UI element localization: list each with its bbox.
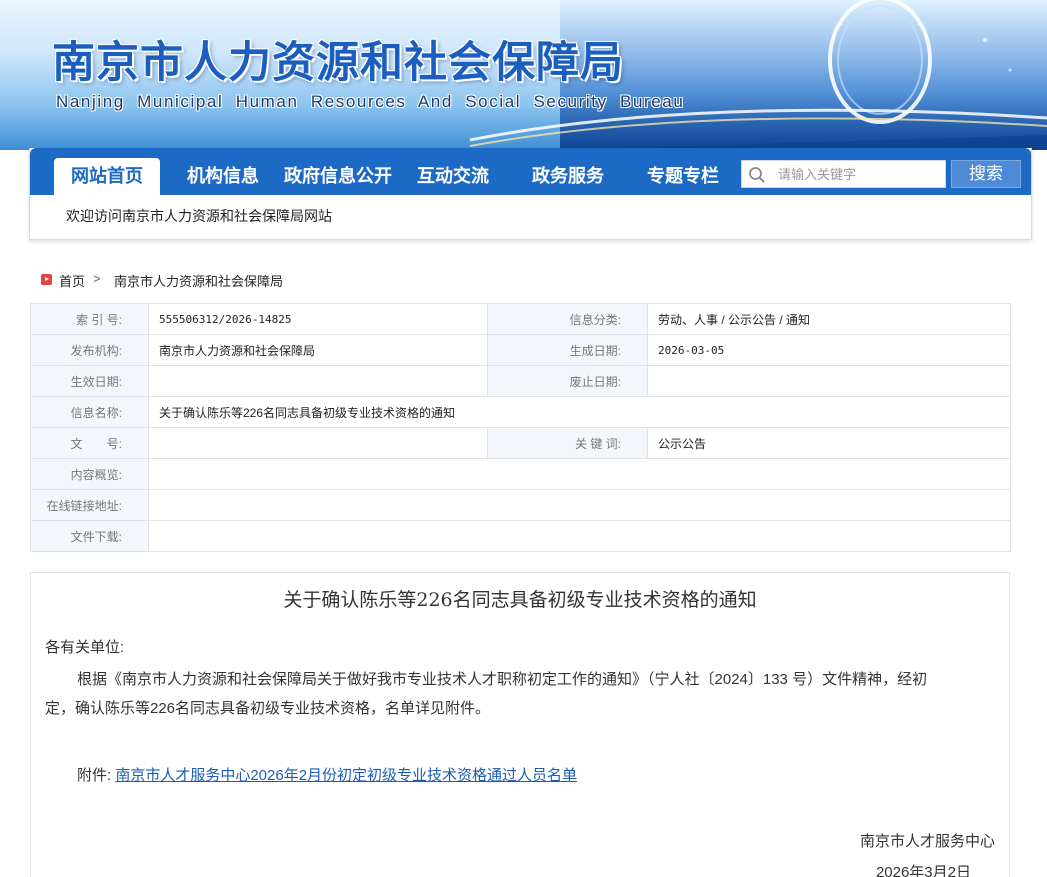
created-date-value: 2026-03-05 — [647, 334, 1011, 366]
nav-item-services[interactable]: 政务服务 — [518, 158, 618, 195]
article-signature-date: 2026年3月2日 — [875, 864, 971, 877]
table-row: 发布机构: 南京市人力资源和社会保障局 生成日期: 2026-03-05 — [30, 334, 1011, 366]
search-button[interactable]: 搜索 — [951, 160, 1021, 188]
file-download-label: 文件下载: — [30, 520, 149, 552]
search-box — [741, 160, 946, 188]
main-nav: 网站首页 机构信息 政府信息公开 互动交流 政务服务 专题专栏 搜索 — [30, 148, 1031, 195]
keywords-value: 公示公告 — [647, 427, 1011, 459]
keywords-label: 关 键 词: — [487, 427, 648, 459]
breadcrumb-current[interactable]: 南京市人力资源和社会保障局 — [114, 271, 283, 290]
table-row: 内容概览: — [30, 458, 1011, 490]
info-name-label: 信息名称: — [30, 396, 149, 428]
table-row: 在线链接地址: — [30, 489, 1011, 521]
welcome-text: 欢迎访问南京市人力资源和社会保障局网站 — [66, 208, 332, 224]
doc-number-value — [148, 427, 488, 459]
doc-number-label: 文 号: — [30, 427, 149, 459]
breadcrumb-home[interactable]: 首页 — [59, 271, 85, 290]
nav-item-organization[interactable]: 机构信息 — [173, 158, 273, 195]
nav-item-gov-info[interactable]: 政府信息公开 — [270, 158, 406, 195]
expired-date-label: 废止日期: — [487, 365, 648, 397]
search-icon — [749, 167, 765, 183]
info-name-value: 关于确认陈乐等226名同志具备初级专业技术资格的通知 — [148, 396, 1011, 428]
file-download-value — [148, 520, 1011, 552]
article-signature-org: 南京市人才服务中心 — [859, 833, 995, 850]
online-link-label: 在线链接地址: — [30, 489, 149, 521]
info-metadata-table: 索 引 号: 555506312/2026-14825 信息分类: 劳动、人事 … — [30, 303, 1011, 552]
nav-item-home[interactable]: 网站首页 — [54, 158, 160, 195]
nav-item-topics[interactable]: 专题专栏 — [633, 158, 733, 195]
table-row: 文 号: 关 键 词: 公示公告 — [30, 427, 1011, 459]
article-title: 关于确认陈乐等226名同志具备初级专业技术资格的通知 — [283, 589, 757, 611]
article-salutation: 各有关单位: — [45, 639, 125, 656]
expired-date-value — [647, 365, 1011, 397]
site-title-english: Nanjing Municipal Human Resources And So… — [56, 92, 685, 111]
article-attachment: 附件: 南京市人才服务中心2026年2月份初定初级专业技术资格通过人员名单 — [77, 764, 577, 785]
table-row: 索 引 号: 555506312/2026-14825 信息分类: 劳动、人事 … — [30, 303, 1011, 335]
article-panel: 关于确认陈乐等226名同志具备初级专业技术资格的通知 各有关单位: 根据《南京市… — [30, 572, 1010, 877]
table-row: 信息名称: 关于确认陈乐等226名同志具备初级专业技术资格的通知 — [30, 396, 1011, 428]
article-body-line-1: 根据《南京市人力资源和社会保障局关于做好我市专业技术人才职称初定工作的通知》（宁… — [77, 671, 928, 688]
attachment-label: 附件: — [77, 767, 116, 784]
nav-panel: 网站首页 机构信息 政府信息公开 互动交流 政务服务 专题专栏 搜索 欢迎访问南… — [29, 148, 1032, 240]
created-date-label: 生成日期: — [487, 334, 648, 366]
search-input[interactable] — [778, 164, 938, 184]
site-title: 南京市人力资源和社会保障局 — [52, 38, 624, 88]
site-banner: 南京市人力资源和社会保障局 Nanjing Municipal Human Re… — [0, 0, 1047, 150]
effective-date-value — [148, 365, 488, 397]
breadcrumb-separator: > — [93, 271, 101, 286]
attachment-link[interactable]: 南京市人才服务中心2026年2月份初定初级专业技术资格通过人员名单 — [115, 767, 577, 784]
table-row: 生效日期: 废止日期: — [30, 365, 1011, 397]
category-value: 劳动、人事 / 公示公告 / 通知 — [647, 303, 1011, 335]
publisher-value: 南京市人力资源和社会保障局 — [148, 334, 488, 366]
summary-label: 内容概览: — [30, 458, 149, 490]
index-value: 555506312/2026-14825 — [148, 303, 488, 335]
index-label: 索 引 号: — [30, 303, 149, 335]
category-label: 信息分类: — [487, 303, 648, 335]
summary-value — [148, 458, 1011, 490]
table-row: 文件下载: — [30, 520, 1011, 552]
home-icon — [41, 274, 52, 285]
nav-item-interaction[interactable]: 互动交流 — [403, 158, 503, 195]
publisher-label: 发布机构: — [30, 334, 149, 366]
effective-date-label: 生效日期: — [30, 365, 149, 397]
online-link-value — [148, 489, 1011, 521]
article-body-line-2: 定，确认陈乐等226名同志具备初级专业技术资格，名单详见附件。 — [45, 700, 491, 717]
